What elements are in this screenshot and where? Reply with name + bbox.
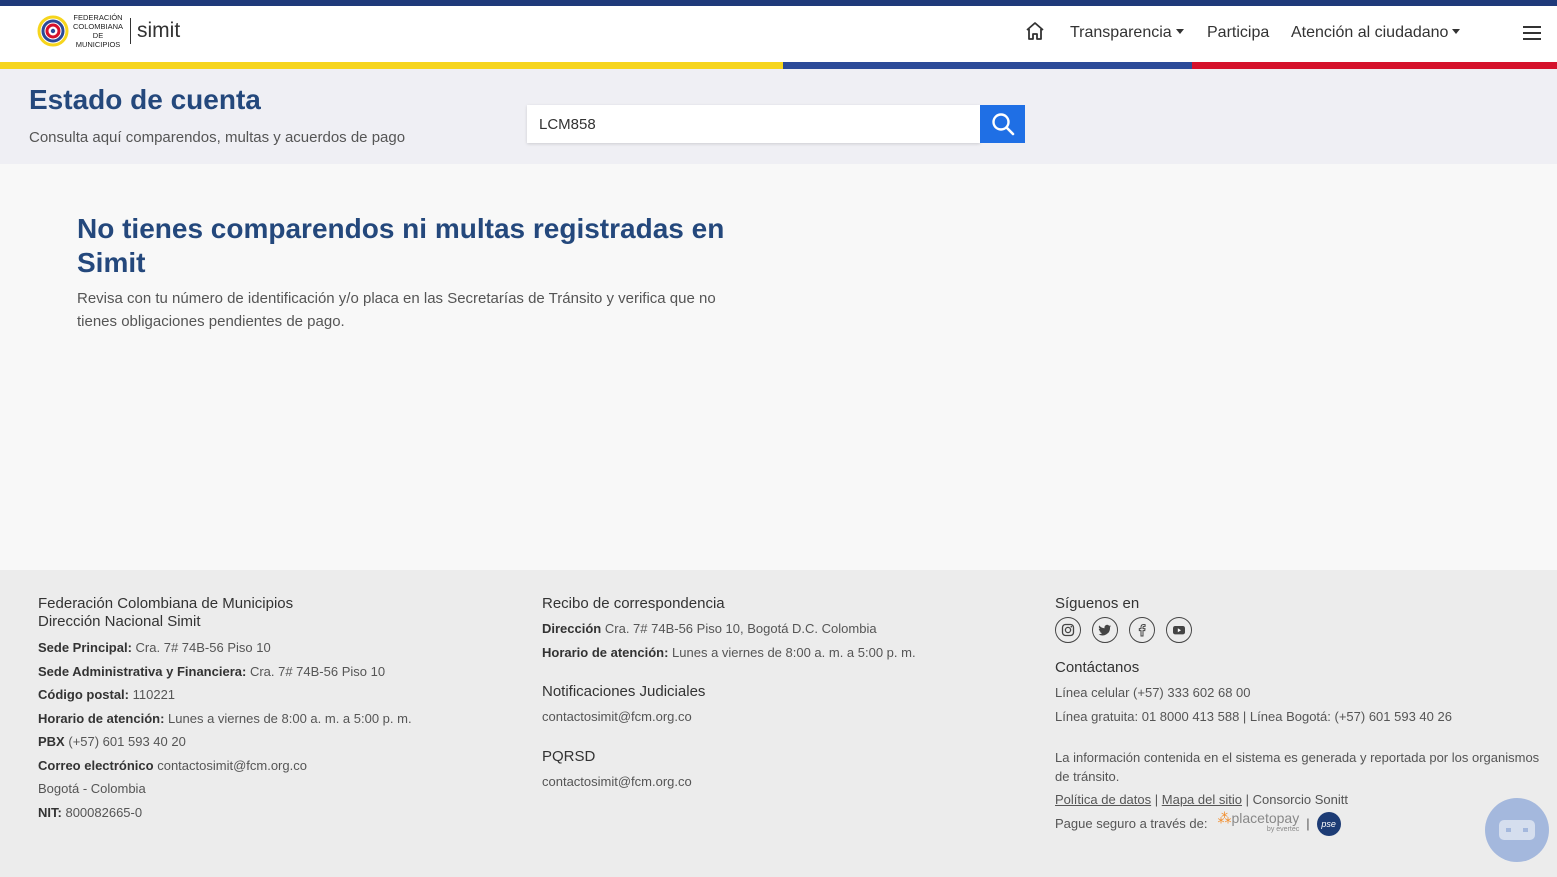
- no-records-message: Revisa con tu número de identificación y…: [77, 290, 716, 330]
- footer-contactanos-heading: Contáctanos: [1055, 659, 1140, 676]
- footer-pqrsd-email[interactable]: contactosimit@fcm.org.co: [542, 770, 1022, 794]
- footer-payment: Pague seguro a través de: ⁂placetopay by…: [1055, 810, 1545, 836]
- social-links: [1055, 617, 1545, 643]
- nav-participa[interactable]: Participa: [1207, 24, 1269, 42]
- search-input[interactable]: [527, 105, 980, 143]
- footer-col-correspondencia: Recibo de correspondencia Dirección Cra.…: [542, 595, 1022, 793]
- footer-col-social: Síguenos en Contáctanos Línea celular (+…: [1055, 595, 1545, 836]
- page-title: Estado de cuenta: [29, 84, 261, 115]
- logo-simit-text: simit: [137, 19, 181, 42]
- consorcio-text: | Consorcio Sonitt: [1245, 792, 1348, 807]
- caret-down-icon: [1452, 29, 1461, 34]
- page-subtitle: Consulta aquí comparendos, multas y acue…: [29, 129, 406, 146]
- footer-siguenos-heading: Síguenos en: [1055, 595, 1140, 612]
- nav-transparencia[interactable]: Transparencia: [1070, 24, 1184, 42]
- footer-col-org: Federación Colombiana de Municipios Dire…: [38, 595, 508, 824]
- youtube-icon[interactable]: [1166, 617, 1192, 643]
- footer-recibo-heading: Recibo de correspondencia: [542, 595, 725, 612]
- caret-down-icon: [1175, 29, 1184, 34]
- logo-fcm-text: FEDERACIÓN COLOMBIANA DE MUNICIPIOS: [73, 13, 124, 49]
- tricolor-band: [0, 62, 1557, 69]
- footer-linea-celular: Línea celular (+57) 333 602 68 00: [1055, 685, 1251, 700]
- footer-sede-principal: Sede Principal: Cra. 7# 74B-56 Piso 10: [38, 640, 271, 655]
- pse-logo: pse: [1316, 811, 1341, 836]
- facebook-icon[interactable]: [1129, 617, 1155, 643]
- fcm-logo-icon: [37, 15, 69, 47]
- footer-linea-gratuita: Línea gratuita: 01 8000 413 588 | Línea …: [1055, 708, 1452, 724]
- footer-horario-correspondencia: Horario de atención: Lunes a viernes de …: [542, 644, 916, 660]
- footer-horario: Horario de atención: Lunes a viernes de …: [38, 710, 412, 726]
- mapa-sitio-link[interactable]: Mapa del sitio: [1162, 792, 1242, 807]
- hamburger-menu-icon[interactable]: [1523, 26, 1541, 40]
- footer-pbx: PBX (+57) 601 593 40 20: [38, 734, 186, 749]
- logo-divider: [130, 18, 131, 44]
- no-records-title: No tienes comparendos ni multas registra…: [77, 213, 725, 278]
- footer-direccion: Dirección Cra. 7# 74B-56 Piso 10, Bogotá…: [542, 621, 877, 636]
- footer-sede-administrativa: Sede Administrativa y Financiera: Cra. 7…: [38, 663, 386, 679]
- logo[interactable]: FEDERACIÓN COLOMBIANA DE MUNICIPIOS simi…: [37, 9, 180, 53]
- footer-org-subname: Dirección Nacional Simit: [38, 613, 201, 630]
- search-icon: [991, 113, 1014, 136]
- footer-links: Política de datos | Mapa del sitio | Con…: [1055, 792, 1348, 807]
- footer-notificaciones-heading: Notificaciones Judiciales: [542, 683, 706, 700]
- politica-datos-link[interactable]: Política de datos: [1055, 792, 1151, 807]
- footer-org-name: Federación Colombiana de Municipios: [38, 595, 294, 612]
- footer-pqrsd-heading: PQRSD: [542, 747, 596, 765]
- home-icon[interactable]: [1024, 20, 1046, 42]
- chatbot-icon[interactable]: [1485, 798, 1549, 862]
- footer-correo: Correo electrónico contactosimit@fcm.org…: [38, 757, 307, 773]
- twitter-icon[interactable]: [1092, 617, 1118, 643]
- footer-notificaciones-email[interactable]: contactosimit@fcm.org.co: [542, 705, 1022, 729]
- instagram-icon[interactable]: [1055, 617, 1081, 643]
- pague-seguro-text: Pague seguro a través de:: [1055, 816, 1208, 831]
- search-button[interactable]: [980, 105, 1025, 143]
- footer-disclaimer: La información contenida en el sistema e…: [1055, 750, 1540, 784]
- footer-ciudad: Bogotá - Colombia: [38, 781, 146, 796]
- footer-codigo-postal: Código postal: 110221: [38, 687, 176, 702]
- footer-nit: NIT: 800082665-0: [38, 804, 143, 820]
- placetopay-logo: ⁂placetopay by evertec: [1217, 810, 1300, 833]
- nav-atencion-ciudadano[interactable]: Atención al ciudadano: [1291, 24, 1461, 42]
